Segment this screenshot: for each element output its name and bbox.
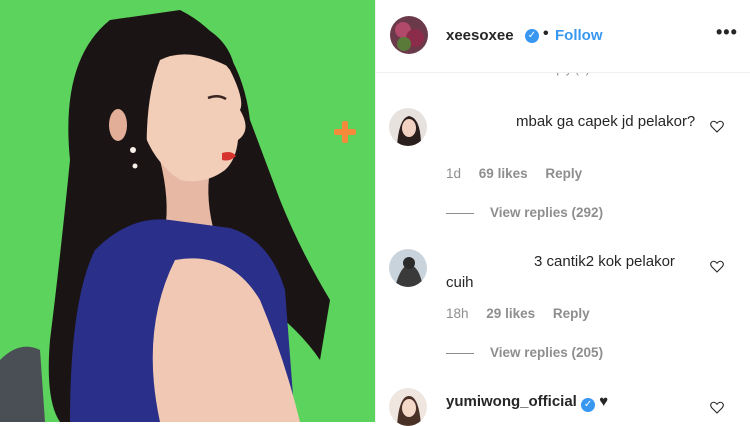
- post-username[interactable]: xeesoxee: [446, 27, 514, 44]
- heart-icon[interactable]: [709, 118, 725, 134]
- avatar[interactable]: [389, 249, 427, 287]
- avatar-image: [389, 388, 427, 426]
- avatar-image: [389, 108, 427, 146]
- comment-text: 3 cantik2 kok pelakor cuih: [446, 253, 675, 291]
- comment-meta: 1d 69 likes Reply: [446, 166, 596, 181]
- verified-badge-icon: ✓: [581, 398, 596, 412]
- likes-count[interactable]: 69 likes: [479, 166, 528, 181]
- comment-body: ♥: [599, 393, 609, 410]
- comment-text: yumiwong_official ✓ ♥: [446, 391, 696, 412]
- avatar[interactable]: [389, 388, 427, 426]
- view-replies-label: View replies (292): [490, 205, 604, 220]
- follow-button[interactable]: Follow: [555, 27, 603, 44]
- heart-icon[interactable]: [709, 258, 725, 274]
- view-replies-label: View replies (205): [490, 345, 604, 360]
- likes-count[interactable]: 29 likes: [486, 306, 535, 321]
- comment-meta: 18h 29 likes Reply: [446, 306, 604, 321]
- separator-dot: •: [543, 25, 549, 42]
- reply-button[interactable]: Reply: [553, 306, 590, 321]
- post-photo: [0, 0, 375, 422]
- avatar[interactable]: [390, 16, 428, 54]
- more-options-icon[interactable]: •••: [716, 22, 738, 43]
- orange-plus-mark: [334, 121, 356, 143]
- avatar-image: [389, 249, 427, 287]
- divider-line: [446, 212, 474, 214]
- view-replies-button[interactable]: View replies (292): [446, 205, 603, 220]
- post-header: xeesoxee ✓ • Follow •••: [376, 0, 750, 73]
- comment-age: 1d: [446, 166, 462, 181]
- comment-age: 18h: [446, 306, 469, 321]
- avatar[interactable]: [389, 108, 427, 146]
- verified-badge-icon: ✓: [525, 29, 539, 43]
- reply-button[interactable]: Reply: [545, 166, 582, 181]
- portrait-illustration: [0, 0, 375, 422]
- avatar-image: [390, 16, 428, 54]
- comments-panel: xeesoxee ✓ • Follow ••• Reply (1) mbak g…: [375, 0, 750, 426]
- heart-icon[interactable]: [709, 399, 725, 415]
- comment-username[interactable]: yumiwong_official: [446, 393, 577, 410]
- view-replies-button[interactable]: View replies (205): [446, 345, 603, 360]
- divider-line: [446, 352, 474, 354]
- comment-text: mbak ga capek jd pelakor?: [516, 113, 696, 130]
